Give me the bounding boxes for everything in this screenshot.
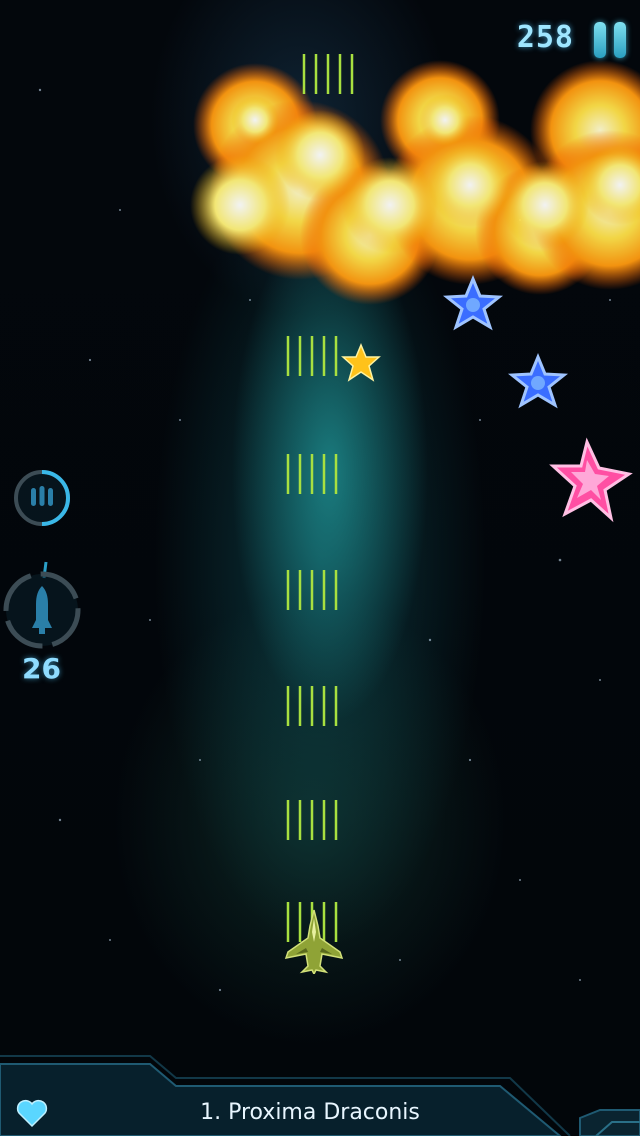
triple-shot-ability-button[interactable] [10, 466, 74, 530]
level-name: 1. Proxima Draconis [200, 1100, 420, 1125]
heart-icon [16, 1099, 48, 1128]
blue-star-pickup [507, 353, 569, 409]
gold-star-pickup [341, 343, 381, 382]
bullet-volley [286, 336, 338, 376]
missile-ability-button[interactable] [2, 560, 84, 652]
bullet-volley [286, 800, 338, 840]
bullet-volley [286, 686, 338, 726]
pink-star-pickup [549, 437, 633, 523]
bullet-volley [286, 570, 338, 610]
pause-icon [594, 22, 606, 58]
missile-count: 26 [22, 652, 61, 685]
player-ship[interactable] [282, 908, 346, 974]
score-display: 258 [516, 20, 574, 55]
pause-icon-bar [614, 22, 626, 58]
pause-button[interactable] [590, 20, 630, 60]
bullet-volley [302, 54, 354, 94]
bullet-volley [286, 454, 338, 494]
blue-star-pickup [442, 275, 504, 331]
game-stage[interactable]: 258 26 1. Proxima Draconis [0, 0, 640, 1136]
